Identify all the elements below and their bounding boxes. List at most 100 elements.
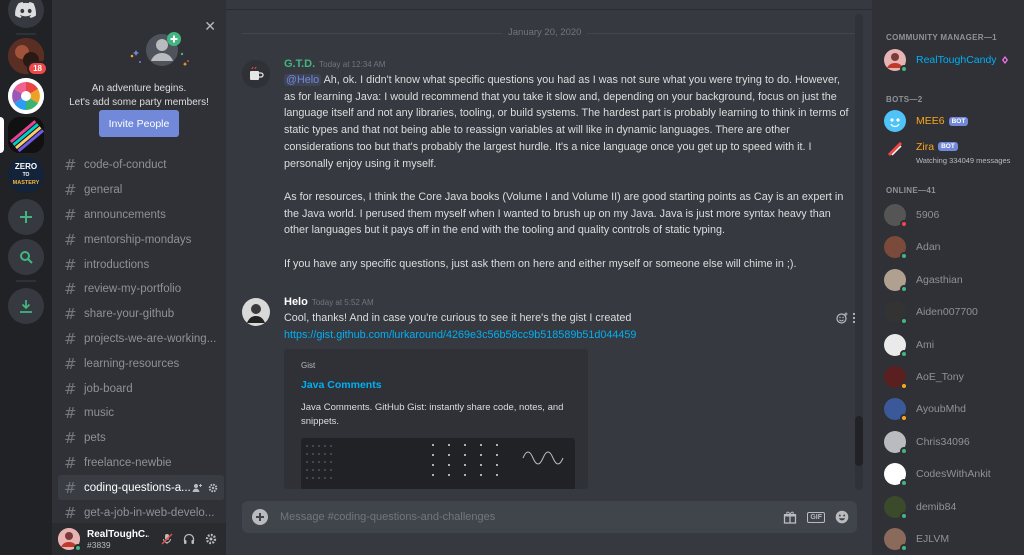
bot-avatar-icon [884,138,906,160]
emoji-icon[interactable] [835,510,849,524]
user-tag: #3839 [87,539,111,550]
download-apps-button[interactable] [8,288,44,324]
channel-name: review-my-portfolio [84,283,182,296]
promo-line-1: An adventure begins. [91,83,187,94]
user-identity: RealToughC... #3839 [87,529,149,550]
user-mention[interactable]: @Helo [284,74,322,86]
member-activity: Watching 334049 messages [916,156,1011,165]
explore-servers-button[interactable] [8,239,44,275]
gist-link[interactable]: https://gist.github.com/lurkaround/4269e… [284,327,854,344]
invite-member-icon[interactable] [192,483,202,493]
channel-item[interactable]: # share-your-github [58,302,224,327]
member-item[interactable]: MEE6 BOT [884,107,1024,135]
member-name: CodesWithAnkit [916,468,991,481]
gif-button[interactable]: GIF [807,511,825,523]
avatar [884,138,906,160]
avatar [884,463,908,488]
channel-item[interactable]: # review-my-portfolio [58,277,224,302]
channel-name: job-board [84,382,133,395]
member-name: Agasthian [916,273,963,286]
close-promo-button[interactable]: ✕ [204,20,216,34]
channel-item[interactable]: # introductions [58,252,224,277]
status-dot [900,511,908,520]
channel-item[interactable]: # get-a-job-in-web-develo... [58,500,224,525]
avatar [884,495,908,520]
status-dot [900,382,908,390]
gear-icon[interactable] [208,483,218,493]
discord-home-button[interactable] [8,0,44,28]
message-content: @Helo Ah, ok. I didn't know what specifi… [284,72,854,272]
upload-button[interactable] [252,509,268,525]
channel-actions [192,483,218,493]
gift-icon[interactable] [783,510,797,524]
server-zero-to-mastery[interactable]: ZERO TO MASTERY [8,157,44,193]
member-item[interactable]: Aiden007700 [884,298,1024,326]
message-author[interactable]: Helo [284,296,308,308]
channel-item[interactable]: # mentorship-mondays [58,227,224,252]
member-list: COMMUNITY MANAGER—1 RealToughCandy BOTS—… [872,0,1024,555]
server-rail: 18 ZERO TO MASTERY [0,0,52,555]
channel-item[interactable]: # code-of-conduct [58,153,224,178]
message-content: Cool, thanks! And in case you're curious… [284,310,854,343]
channel-item[interactable]: # announcements [58,203,224,228]
member-item[interactable]: Ami [884,331,1024,359]
link-embed: Gist Java Comments Java Comments. GitHub… [284,349,588,489]
channel-item[interactable]: # pets [58,426,224,451]
channel-item[interactable]: # freelance-newbie [58,451,224,476]
ztm-logo-top: ZERO [14,162,38,171]
add-reaction-icon[interactable] [836,312,848,324]
channel-item[interactable]: # projects-we-are-working... [58,327,224,352]
avatar[interactable] [58,528,82,552]
embed-title[interactable]: Java Comments [301,379,382,391]
member-group-title: COMMUNITY MANAGER—1 [886,33,997,42]
avatar[interactable] [242,60,270,88]
member-item[interactable]: Adan [884,233,1024,261]
member-item[interactable]: 5906 [884,201,1024,229]
channel-item-active[interactable]: # coding-questions-a... [58,475,224,501]
member-item[interactable]: RealToughCandy [884,46,1024,74]
avatar [884,398,908,423]
member-name: Adan [916,241,941,254]
avatar[interactable] [242,298,270,326]
invite-people-button[interactable]: Invite People [99,110,179,137]
hash-icon: # [64,453,77,472]
avatar [884,204,908,228]
avatar [884,366,908,390]
member-item[interactable]: demib84 [884,493,1024,521]
member-item[interactable]: EJLVM [884,525,1024,553]
member-name: AyoubMhd [916,403,967,416]
user-settings-gear-icon[interactable] [205,533,217,545]
add-server-button[interactable] [8,199,44,235]
message-timestamp: Today at 5:52 AM [311,298,374,307]
headphones-icon[interactable] [183,533,195,545]
server-icon-3[interactable] [8,117,44,153]
message-input[interactable]: Message #coding-questions-and-challenges [280,511,495,523]
member-item[interactable]: Agasthian [884,266,1024,294]
member-name: AoE_Tony [916,371,964,383]
channel-item[interactable]: # general [58,178,224,203]
member-item[interactable]: CodesWithAnkit [884,460,1024,488]
member-item[interactable]: AyoubMhd [884,395,1024,423]
channel-name: learning-resources [84,357,180,370]
wheel-icon [8,78,44,114]
user-controls [161,533,217,545]
channel-item[interactable]: # learning-resources [58,351,224,376]
server-icon-1[interactable]: 18 [8,38,48,76]
channel-item[interactable]: # job-board [58,376,224,401]
muted-mic-icon[interactable] [161,533,173,545]
channel-name: projects-we-are-working... [84,332,217,345]
channel-item[interactable]: # music [58,401,224,426]
hash-icon: # [64,280,77,299]
member-item[interactable]: Zira BOT Watching 334049 messages [884,138,1024,167]
member-item[interactable]: Chris34096 [884,428,1024,456]
server-icon-2[interactable] [8,78,44,114]
embed-image[interactable] [301,438,575,489]
scrollbar-thumb[interactable] [855,416,863,466]
rail-separator [16,33,36,35]
rail-separator [16,280,36,282]
member-item[interactable]: AoE_Tony [884,363,1024,391]
chat-scrollbar[interactable] [855,14,863,490]
hash-icon: # [64,429,77,448]
message-composer: Message #coding-questions-and-challenges… [242,501,857,533]
message-author[interactable]: G.T.D. [284,58,315,70]
